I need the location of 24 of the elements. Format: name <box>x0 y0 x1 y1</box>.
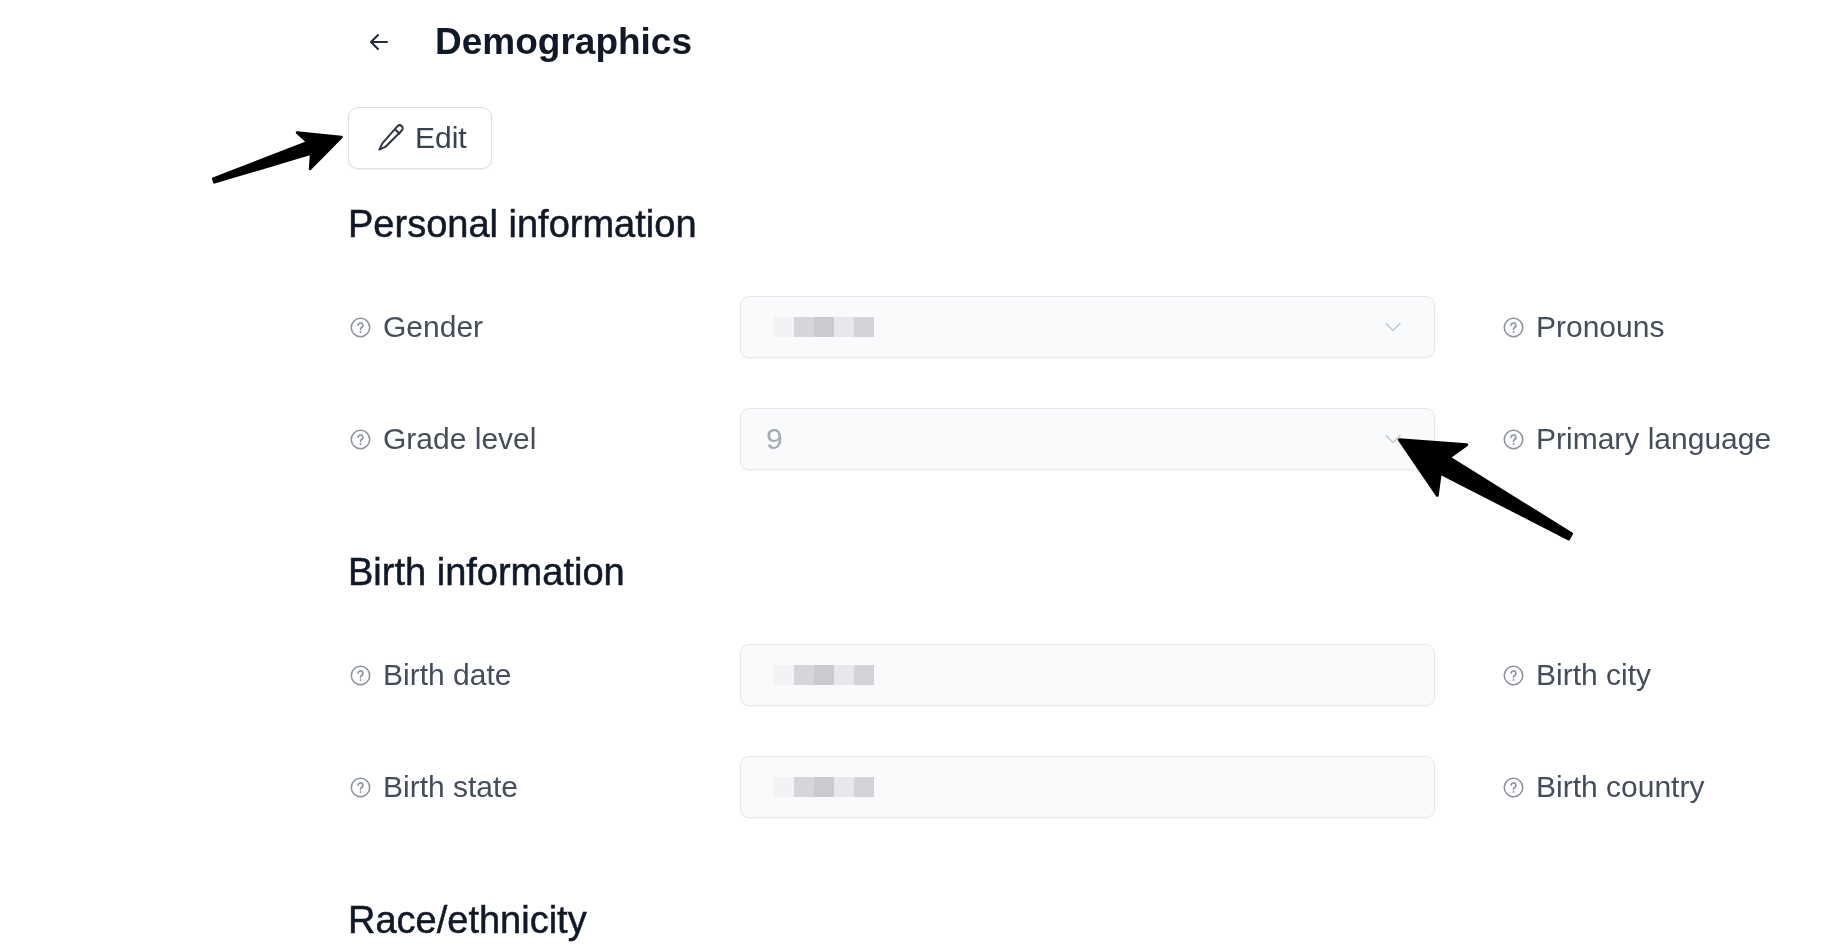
chevron-down-icon <box>1385 322 1401 332</box>
field-label: Birth date <box>383 658 512 692</box>
field-label: Gender <box>383 310 484 344</box>
help-icon <box>350 664 371 686</box>
section-heading: Race/ethnicity <box>348 898 587 942</box>
field-label: Birth state <box>383 770 519 804</box>
field-label: Primary language <box>1536 422 1772 456</box>
page-title: Demographics <box>435 20 692 64</box>
edit-button[interactable]: Edit <box>348 107 492 169</box>
help-icon <box>350 316 371 338</box>
help-icon <box>1503 776 1524 798</box>
field-label: Pronouns <box>1536 310 1665 344</box>
field-label: Grade level <box>383 422 537 456</box>
chevron-down-icon <box>1385 434 1401 444</box>
field-label: Birth country <box>1536 770 1705 804</box>
help-icon <box>1503 428 1524 450</box>
help-icon <box>1503 316 1524 338</box>
help-icon <box>350 428 371 450</box>
section-heading: Birth information <box>348 550 625 594</box>
pencil-icon <box>376 123 406 153</box>
field-label: Birth city <box>1536 658 1652 692</box>
help-icon <box>1503 664 1524 686</box>
help-icon <box>350 776 371 798</box>
section-heading: Personal information <box>348 202 697 246</box>
